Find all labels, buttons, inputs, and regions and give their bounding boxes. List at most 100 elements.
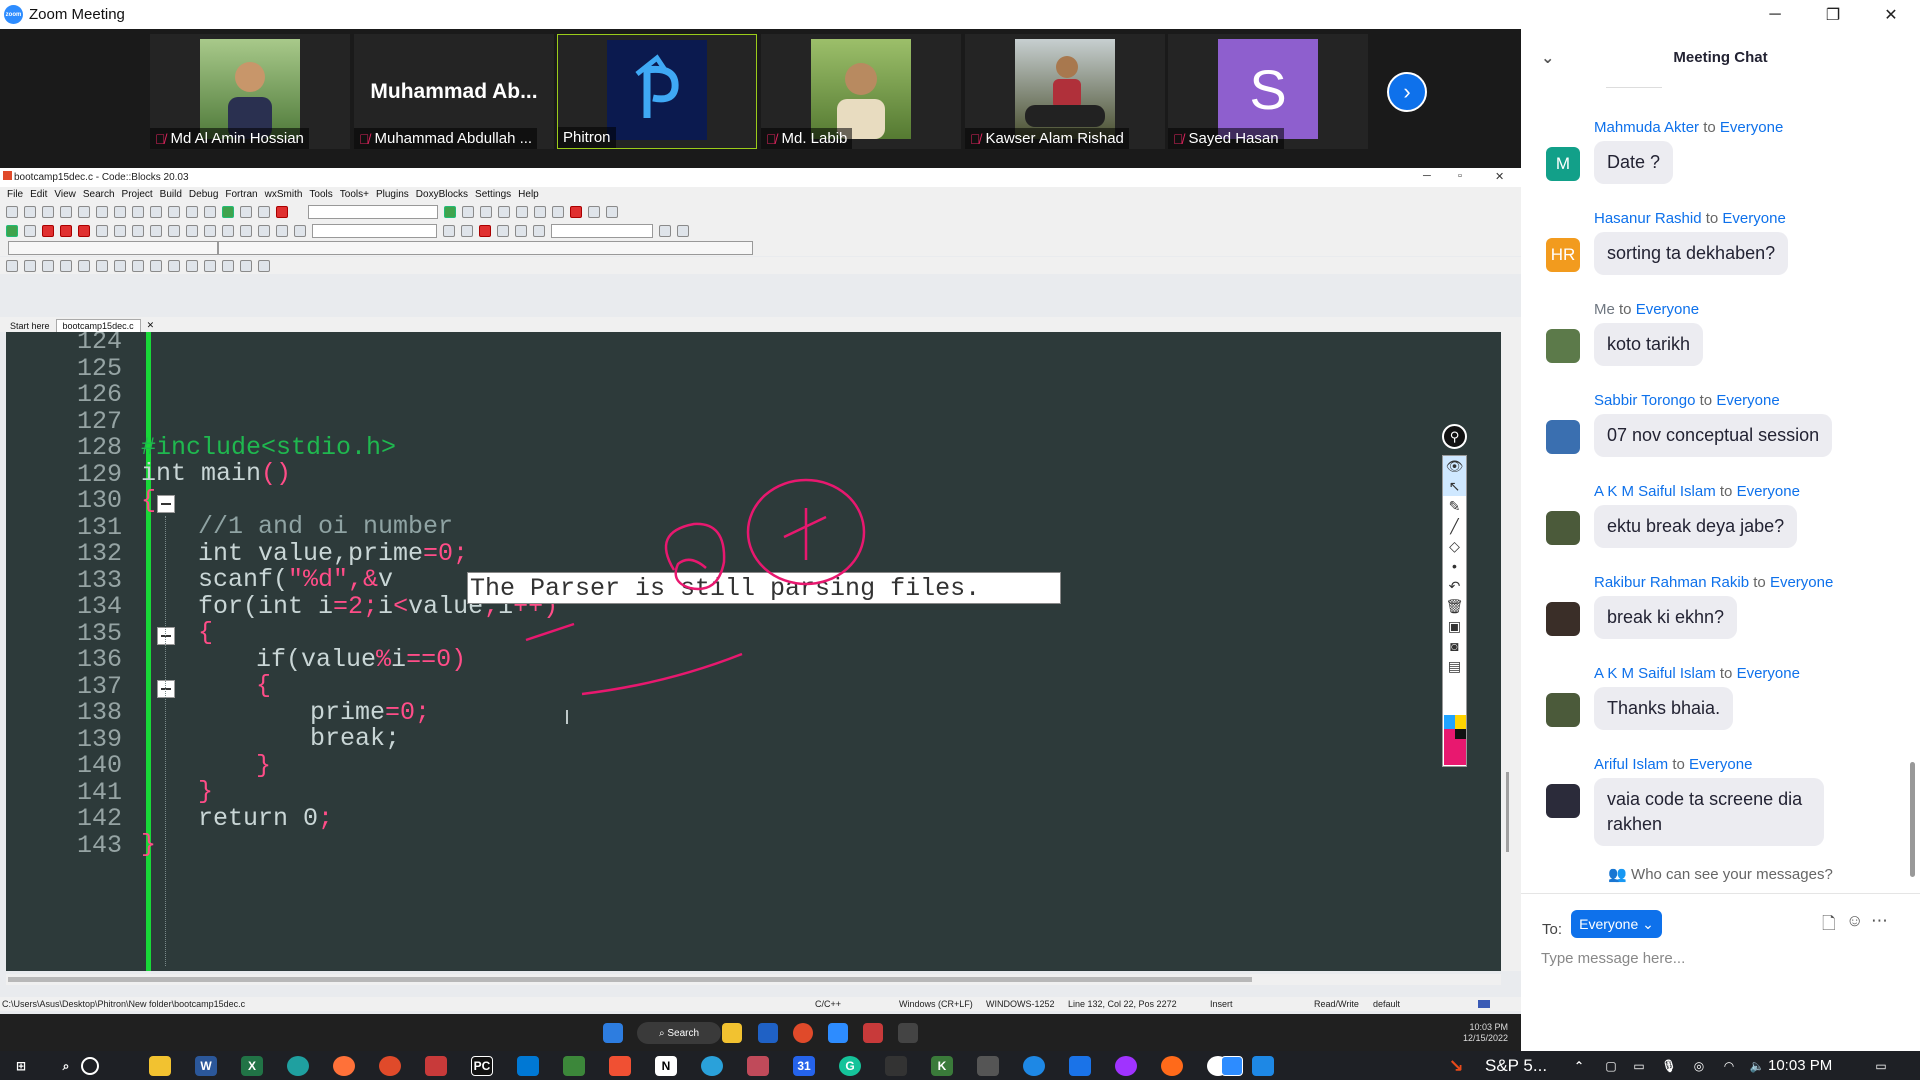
sender-name[interactable]: Ariful Islam [1594,756,1668,773]
zoom-out-icon[interactable] [222,259,234,272]
word-icon[interactable]: W [195,1056,217,1076]
step-into-icon[interactable] [498,205,510,218]
paste-icon[interactable] [150,205,162,218]
recipient-name[interactable]: Everyone [1720,119,1783,136]
wifi-icon[interactable]: ◠ [1718,1056,1740,1076]
next-icon[interactable] [258,224,270,237]
search-icon[interactable]: ⌕ [55,1056,77,1076]
chrome-icon[interactable] [793,1023,813,1043]
build-target-select[interactable] [308,204,438,219]
box3-icon[interactable] [186,259,198,272]
menu-item[interactable]: Project [122,189,153,200]
message-visibility-link[interactable]: 👥 Who can see your messages? [1521,865,1920,883]
sender-name[interactable]: Sabbir Torongo [1594,392,1695,409]
annotate-clipboard-icon[interactable]: ▤ [1443,656,1466,676]
match-case-icon[interactable] [533,224,545,237]
notion-icon[interactable]: N [655,1056,677,1076]
stop-icon[interactable] [294,224,306,237]
jump-forward-icon[interactable] [24,224,36,237]
rebuild-icon[interactable] [258,205,270,218]
annotate-save-icon[interactable]: ▣ [1443,616,1466,636]
annotation-pin-icon[interactable]: ⚲ [1442,424,1467,449]
regex-icon[interactable] [515,224,527,237]
menu-item[interactable]: Settings [475,189,511,200]
settings-wrench-icon[interactable] [222,224,234,237]
next-bookmark-icon[interactable] [78,224,90,237]
message-bubble[interactable]: sorting ta dekhaben? [1594,232,1789,275]
annotate-select-icon[interactable]: ↖ [1443,476,1466,496]
build-run-icon[interactable] [240,205,252,218]
code-editor[interactable]: 124 125 126 127 128 129 130 131 132 133 134 135 136 1… [6,332,1501,971]
scrollbar-thumb[interactable] [1910,762,1915,877]
message-bubble[interactable]: break ki ekhn? [1594,596,1738,639]
notifications-icon[interactable]: ▭ [1870,1056,1892,1076]
uncomment-icon[interactable] [150,224,162,237]
step-out-icon[interactable] [516,205,528,218]
open-file-icon[interactable] [24,205,36,218]
grid2-icon[interactable] [60,259,72,272]
pycharm-icon[interactable]: PC [471,1056,493,1076]
align2-icon[interactable] [96,259,108,272]
shared-search-button[interactable]: ⌕ Search [637,1022,721,1044]
sender-avatar[interactable] [1546,420,1580,454]
highlight-pen-icon[interactable] [479,224,491,237]
break-debugger-icon[interactable] [552,205,564,218]
editor-vertical-scrollbar[interactable] [1501,332,1521,971]
teamviewer-icon[interactable] [1023,1056,1045,1076]
mail-taskbar-icon[interactable] [1252,1056,1274,1076]
rect-icon[interactable] [24,259,36,272]
menu-item[interactable]: Fortran [225,189,257,200]
file-explorer-icon[interactable] [722,1023,742,1043]
select-pointer-icon[interactable] [6,259,18,272]
recipient-name[interactable]: Everyone [1689,756,1752,773]
chevron-down-icon[interactable]: ⌄ [1541,48,1554,68]
vscode-icon[interactable] [517,1056,539,1076]
microphone-icon[interactable]: 🎙 [1658,1056,1680,1076]
new-file-icon[interactable] [6,205,18,218]
excel-icon[interactable]: X [241,1056,263,1076]
replace-icon[interactable] [186,205,198,218]
restore-button[interactable]: ❐ [1804,0,1862,29]
message-bubble[interactable]: vaia code ta screene dia rakhen [1594,778,1824,846]
grammarly-icon[interactable]: G [839,1056,861,1076]
tools-icon[interactable] [677,224,689,237]
s-icon[interactable] [240,259,252,272]
location-icon[interactable]: ◎ [1688,1056,1710,1076]
tab-bootcamp15dec[interactable]: bootcamp15dec.c [55,319,141,332]
telegram-icon[interactable] [701,1056,723,1076]
annotate-undo-icon[interactable]: ↶ [1443,576,1466,596]
menu-item[interactable]: File [7,189,23,200]
find-icon[interactable] [168,205,180,218]
codeblocks-app-taskbar-icon[interactable] [863,1023,883,1043]
annotate-eye-icon[interactable]: 👁 [1443,456,1466,476]
nav-icon[interactable] [276,224,288,237]
menu-item[interactable]: Tools+ [340,189,369,200]
menu-item[interactable]: Build [160,189,182,200]
chat-scrollbar[interactable] [1910,114,1915,877]
debug-run-icon[interactable] [444,205,456,218]
nodejs-icon[interactable] [563,1056,585,1076]
symbol-select[interactable] [218,241,753,255]
jump-back-icon[interactable] [6,224,18,237]
build-icon[interactable] [204,205,216,218]
app-icon[interactable] [747,1056,769,1076]
windows-start-icon[interactable] [603,1023,623,1043]
sender-avatar[interactable] [1546,329,1580,363]
volume-icon[interactable]: 🔈 [1746,1056,1768,1076]
prev-match-icon[interactable] [443,224,455,237]
more-icon[interactable]: ⋯ [1871,911,1888,931]
mail-icon[interactable] [758,1023,778,1043]
postman-icon[interactable] [1161,1056,1183,1076]
editor-horizontal-scrollbar[interactable] [6,974,1501,985]
recipient-name[interactable]: Everyone [1770,574,1833,591]
sender-avatar[interactable] [1546,693,1580,727]
emoji-icon[interactable]: ☺ [1846,911,1863,931]
annotate-camera-icon[interactable]: ◙ [1443,636,1466,656]
sender-avatar[interactable]: M [1546,147,1580,181]
align3-icon[interactable] [114,259,126,272]
participant-tile[interactable]: Muhammad Ab... 🎙̸ Muhammad Abdullah ... [354,34,554,149]
kotlin-icon[interactable]: K [931,1056,953,1076]
zoom-in-icon[interactable] [204,259,216,272]
sender-name[interactable]: A K M Saiful Islam [1594,665,1716,682]
run-to-cursor-icon[interactable] [462,205,474,218]
